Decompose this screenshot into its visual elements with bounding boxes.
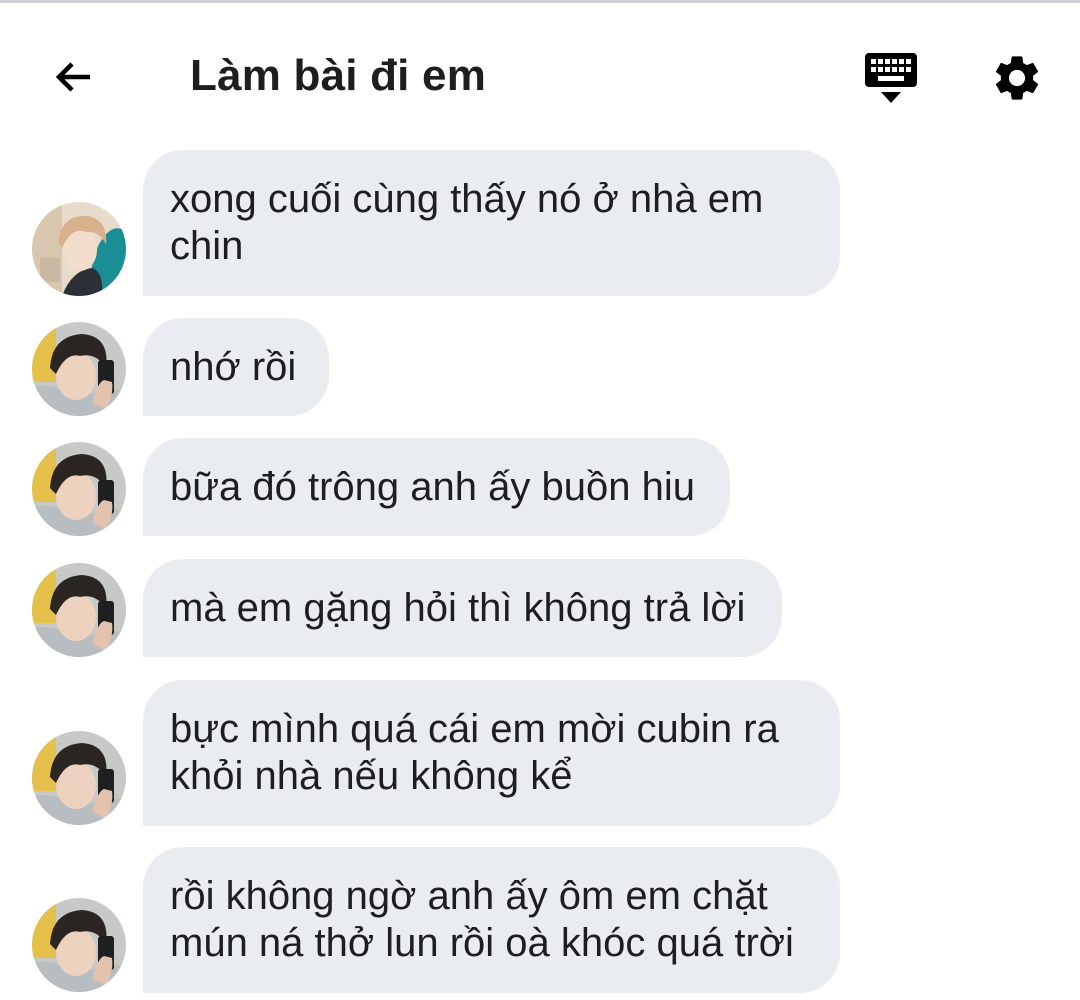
message-text: mà em gặng hỏi thì không trả lời (170, 586, 746, 630)
message-text: bữa đó trông anh ấy buồn hiu (170, 465, 695, 509)
message-bubble[interactable]: bữa đó trông anh ấy buồn hiu (143, 438, 730, 536)
back-button[interactable] (40, 43, 108, 111)
avatar-phone-selfie (32, 442, 126, 536)
keyboard-hide-icon (865, 53, 917, 103)
avatar[interactable] (32, 731, 126, 825)
avatar-phone-selfie (32, 898, 126, 992)
avatar-phone-selfie (32, 322, 126, 416)
avatar[interactable] (32, 202, 126, 296)
avatar-phone-selfie (32, 731, 126, 825)
message-list: xong cuối cùng thấy nó ở nhà em chin nhớ… (0, 0, 1080, 1000)
message-bubble[interactable]: nhớ rồi (143, 318, 329, 416)
gear-icon (995, 56, 1039, 100)
arrow-left-icon (55, 62, 90, 92)
avatar[interactable] (32, 563, 126, 657)
avatar[interactable] (32, 898, 126, 992)
message-bubble[interactable]: bực mình quá cái em mời cubin ra khỏi nh… (143, 680, 840, 826)
avatar-phone-selfie (32, 563, 126, 657)
message-bubble[interactable]: mà em gặng hỏi thì không trả lời (143, 559, 782, 657)
keyboard-toggle-button[interactable] (858, 45, 924, 111)
message-text: nhớ rồi (170, 345, 297, 389)
message-text: rồi không ngờ anh ấy ôm em chặt mún ná t… (170, 874, 794, 965)
avatar[interactable] (32, 442, 126, 536)
chat-title: Làm bài đi em (190, 51, 487, 100)
settings-button[interactable] (984, 45, 1050, 111)
avatar-teal-hoodie (32, 202, 126, 296)
message-bubble[interactable]: rồi không ngờ anh ấy ôm em chặt mún ná t… (143, 847, 840, 993)
message-text: bực mình quá cái em mời cubin ra khỏi nh… (170, 707, 779, 798)
message-bubble[interactable]: xong cuối cùng thấy nó ở nhà em chin (143, 150, 840, 296)
chat-header: Làm bài đi em (0, 3, 1080, 143)
message-text: xong cuối cùng thấy nó ở nhà em chin (170, 177, 764, 268)
avatar[interactable] (32, 322, 126, 416)
